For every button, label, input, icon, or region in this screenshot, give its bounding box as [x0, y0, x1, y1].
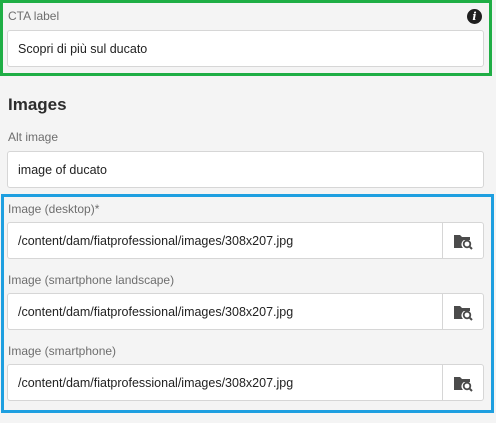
folder-search-icon	[454, 305, 473, 321]
image-smartphone-landscape-label: Image (smartphone landscape)	[8, 273, 175, 287]
browse-asset-button[interactable]	[442, 294, 483, 329]
image-smartphone-landscape-path-input[interactable]: /content/dam/fiatprofessional/images/308…	[8, 294, 442, 329]
image-desktop-path-input[interactable]: /content/dam/fiatprofessional/images/308…	[8, 223, 442, 258]
image-smartphone-landscape-field: /content/dam/fiatprofessional/images/308…	[7, 293, 484, 330]
folder-search-icon	[454, 234, 473, 250]
images-section-title: Images	[8, 95, 67, 114]
cta-input[interactable]: Scopri di più sul ducato	[7, 30, 484, 67]
image-smartphone-path-input[interactable]: /content/dam/fiatprofessional/images/308…	[8, 365, 442, 400]
image-smartphone-field: /content/dam/fiatprofessional/images/308…	[7, 364, 484, 401]
info-icon[interactable]: i	[467, 9, 482, 24]
alt-image-label: Alt image	[8, 130, 59, 144]
browse-asset-button[interactable]	[442, 365, 483, 400]
image-smartphone-label: Image (smartphone)	[8, 344, 117, 358]
folder-search-icon	[454, 376, 473, 392]
browse-asset-button[interactable]	[442, 223, 483, 258]
image-desktop-label: Image (desktop)*	[8, 202, 100, 216]
image-desktop-field: /content/dam/fiatprofessional/images/308…	[7, 222, 484, 259]
alt-image-input[interactable]: image of ducato	[7, 151, 484, 188]
cta-label: CTA label	[8, 9, 60, 23]
